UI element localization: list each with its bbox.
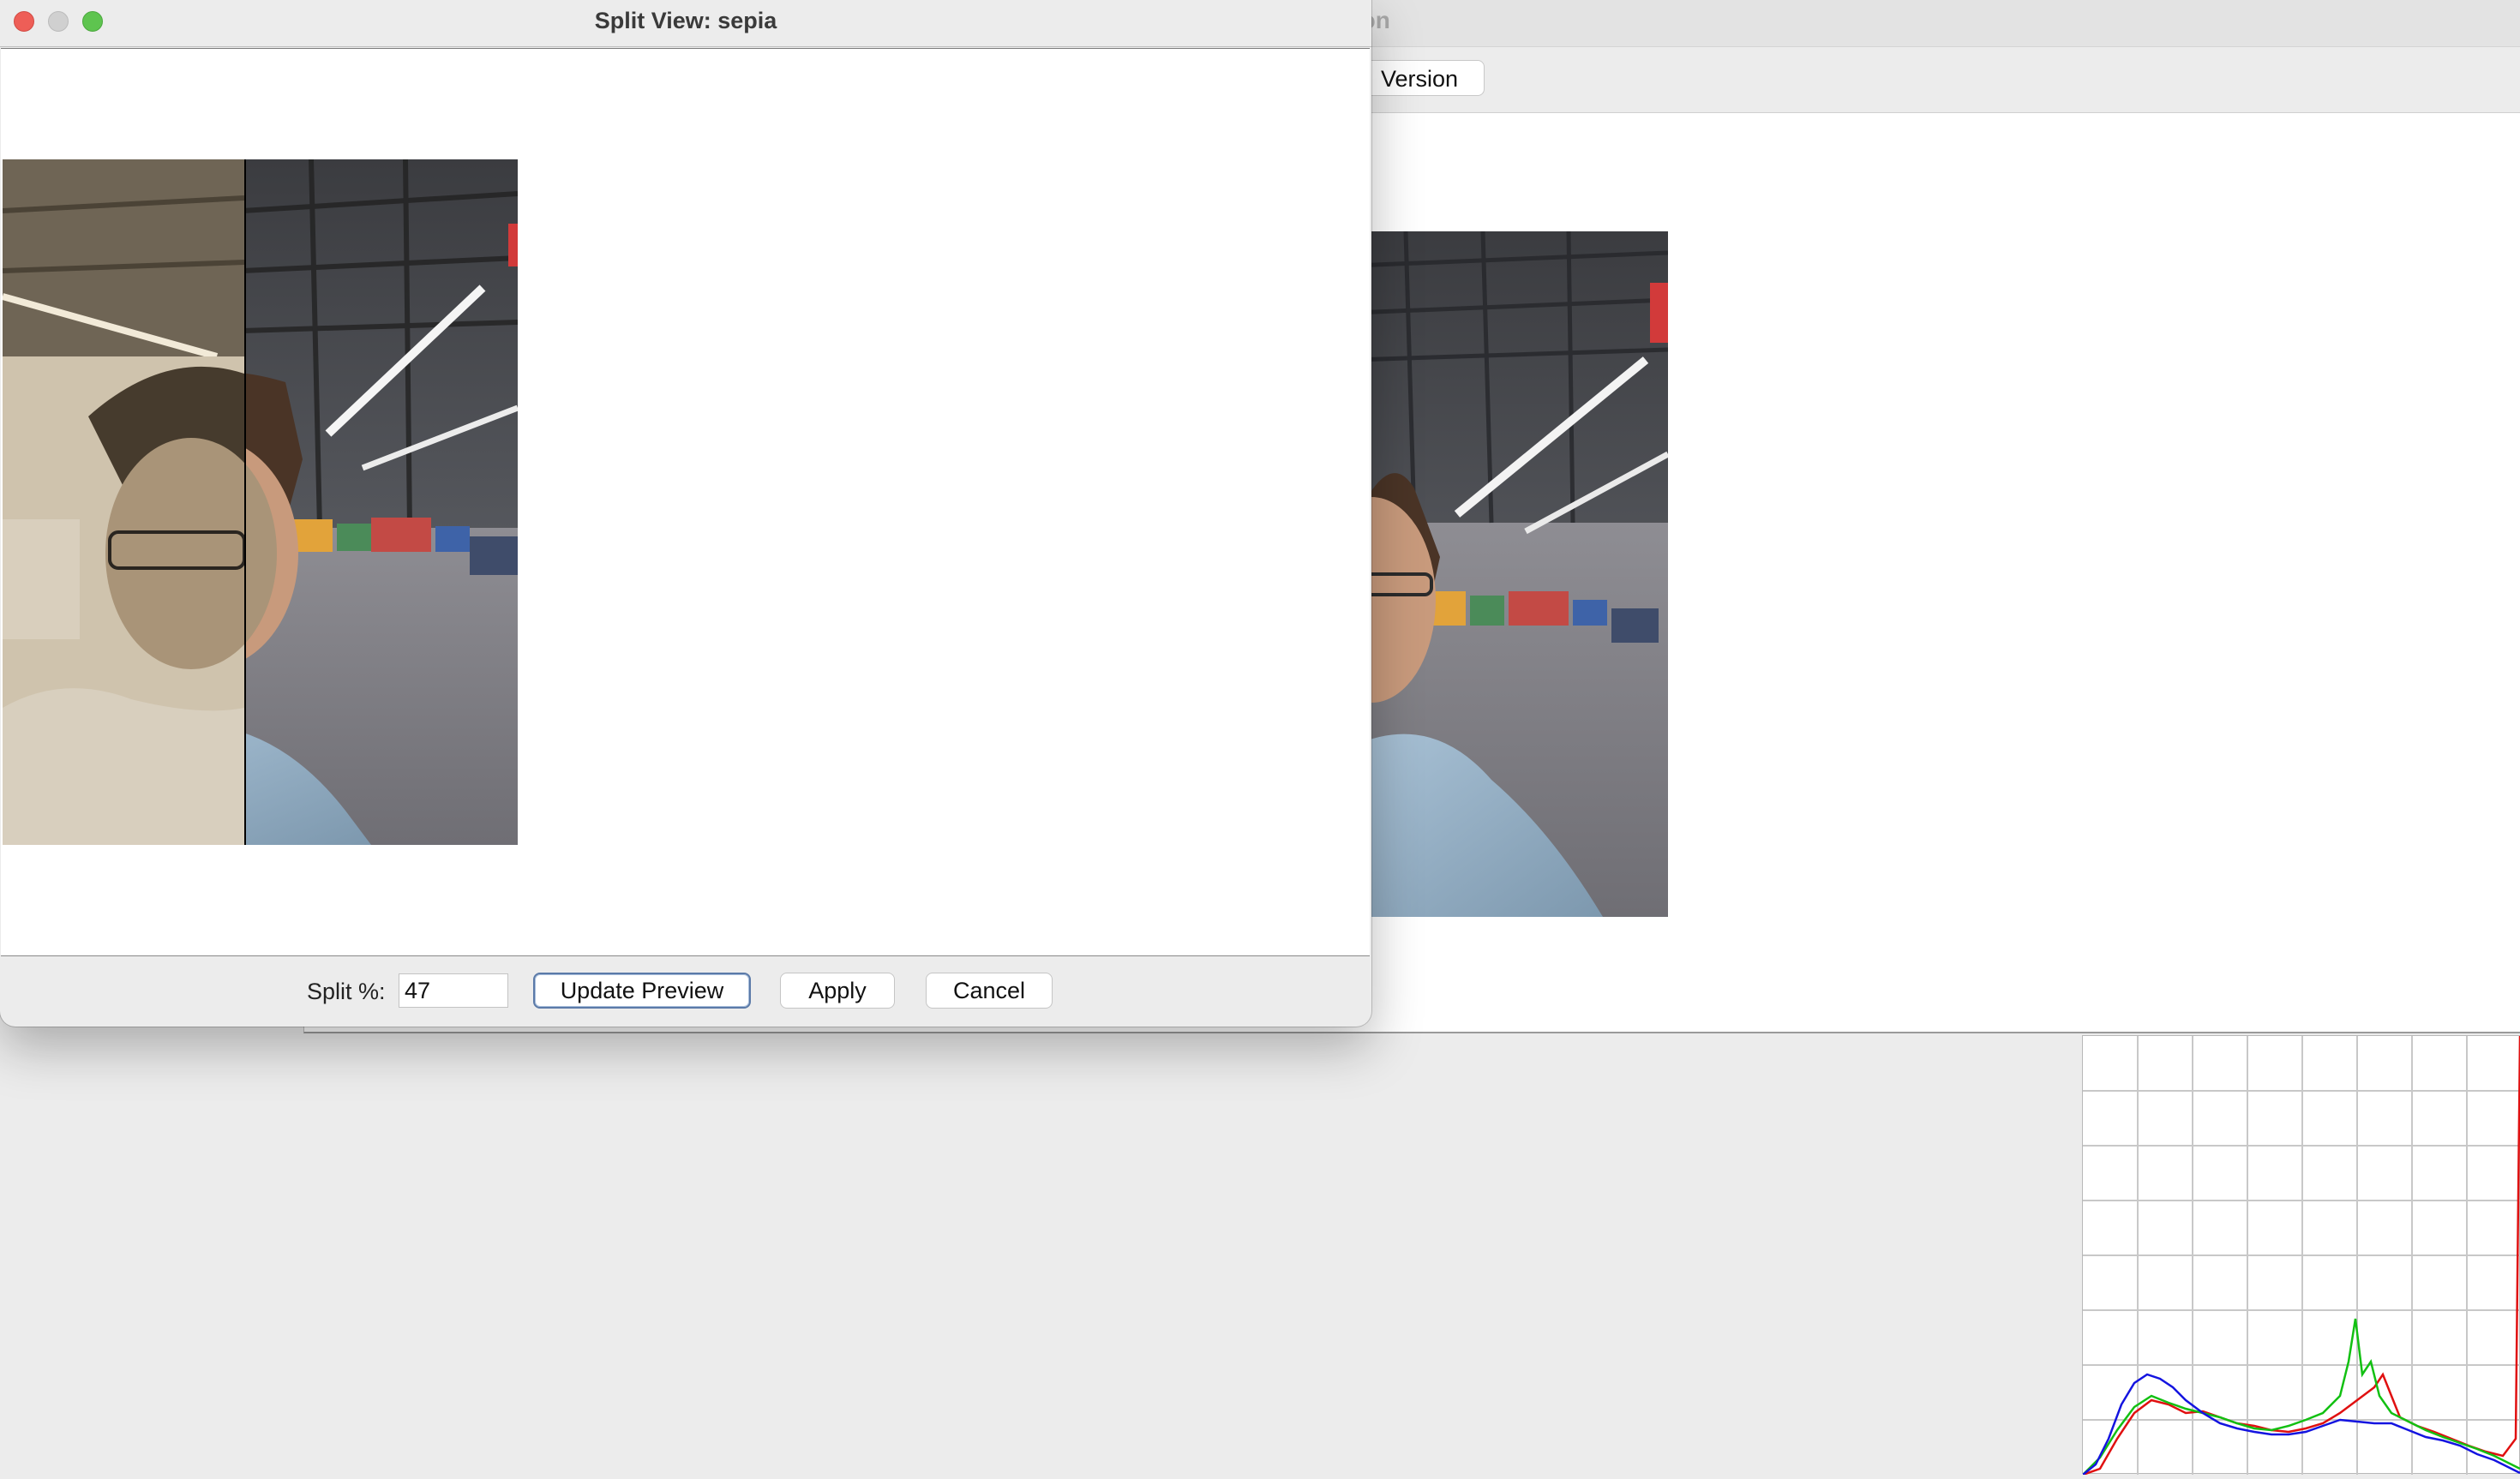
histogram-panel <box>2082 1035 2520 1476</box>
cancel-button[interactable]: Cancel <box>926 973 1053 1009</box>
apply-button[interactable]: Apply <box>780 973 895 1009</box>
split-percent-label: Split %: <box>307 979 386 1004</box>
update-preview-button[interactable]: Update Preview <box>533 973 751 1009</box>
split-view-dialog: Split View: sepia Split %: 47 Update Pre… <box>0 0 1371 1027</box>
histogram-chart <box>2082 1035 2520 1476</box>
original-photo <box>1354 231 1668 917</box>
split-preview-photo <box>3 159 518 845</box>
split-percent-input[interactable] <box>399 973 508 1008</box>
dialog-title: Split View: sepia <box>594 8 777 33</box>
